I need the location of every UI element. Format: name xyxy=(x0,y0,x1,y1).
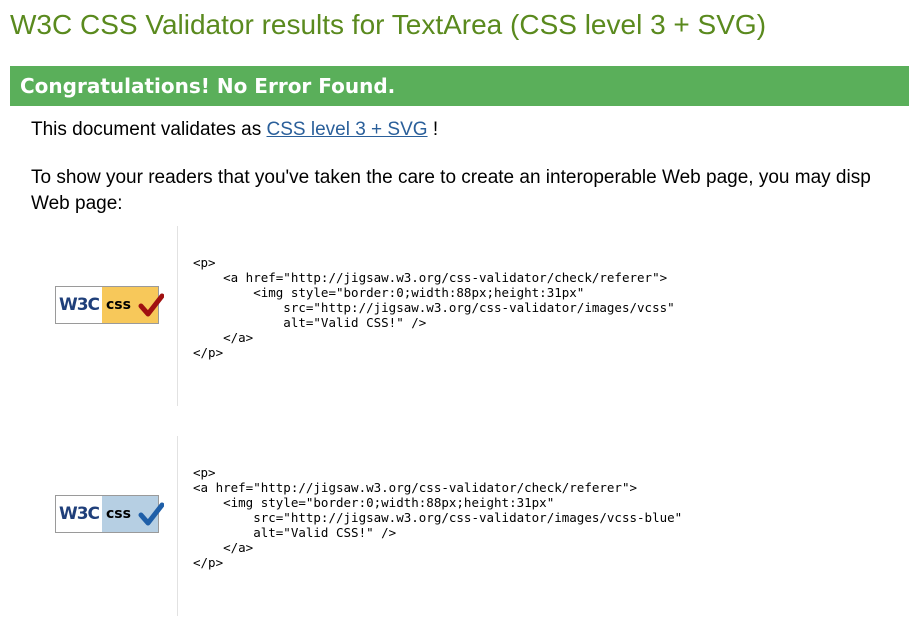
css-badge-panel: css xyxy=(102,287,164,323)
validation-statement: This document validates as CSS level 3 +… xyxy=(31,119,438,141)
readers-line-2: Web page: xyxy=(31,193,123,214)
badge-code-snippet[interactable]: <p> <a href="http://jigsaw.w3.org/css-va… xyxy=(193,255,675,360)
success-banner-text: Congratulations! No Error Found. xyxy=(20,74,396,98)
css-badge-panel: css xyxy=(102,496,164,532)
valid-css-badge-gold[interactable]: W3C css xyxy=(55,286,164,324)
css-badge-label: css xyxy=(106,506,131,522)
success-banner: Congratulations! No Error Found. xyxy=(10,66,909,106)
readers-line-1: To show your readers that you've taken t… xyxy=(31,167,871,188)
code-divider xyxy=(177,436,178,616)
validation-prefix: This document validates as xyxy=(31,119,262,140)
valid-css-badge-blue[interactable]: W3C css xyxy=(55,495,164,533)
css-level-link[interactable]: CSS level 3 + SVG xyxy=(267,119,428,140)
css-badge-label: css xyxy=(106,297,131,313)
page-title: W3C CSS Validator results for TextArea (… xyxy=(10,9,767,40)
w3c-logo: W3C xyxy=(56,287,102,323)
code-divider xyxy=(177,226,178,406)
checkmark-icon xyxy=(138,293,164,317)
badge-code-snippet[interactable]: <p> <a href="http://jigsaw.w3.org/css-va… xyxy=(193,465,682,570)
validation-suffix: ! xyxy=(427,119,439,140)
w3c-logo: W3C xyxy=(56,496,102,532)
readers-paragraph: To show your readers that you've taken t… xyxy=(31,165,909,217)
checkmark-icon xyxy=(138,502,164,526)
